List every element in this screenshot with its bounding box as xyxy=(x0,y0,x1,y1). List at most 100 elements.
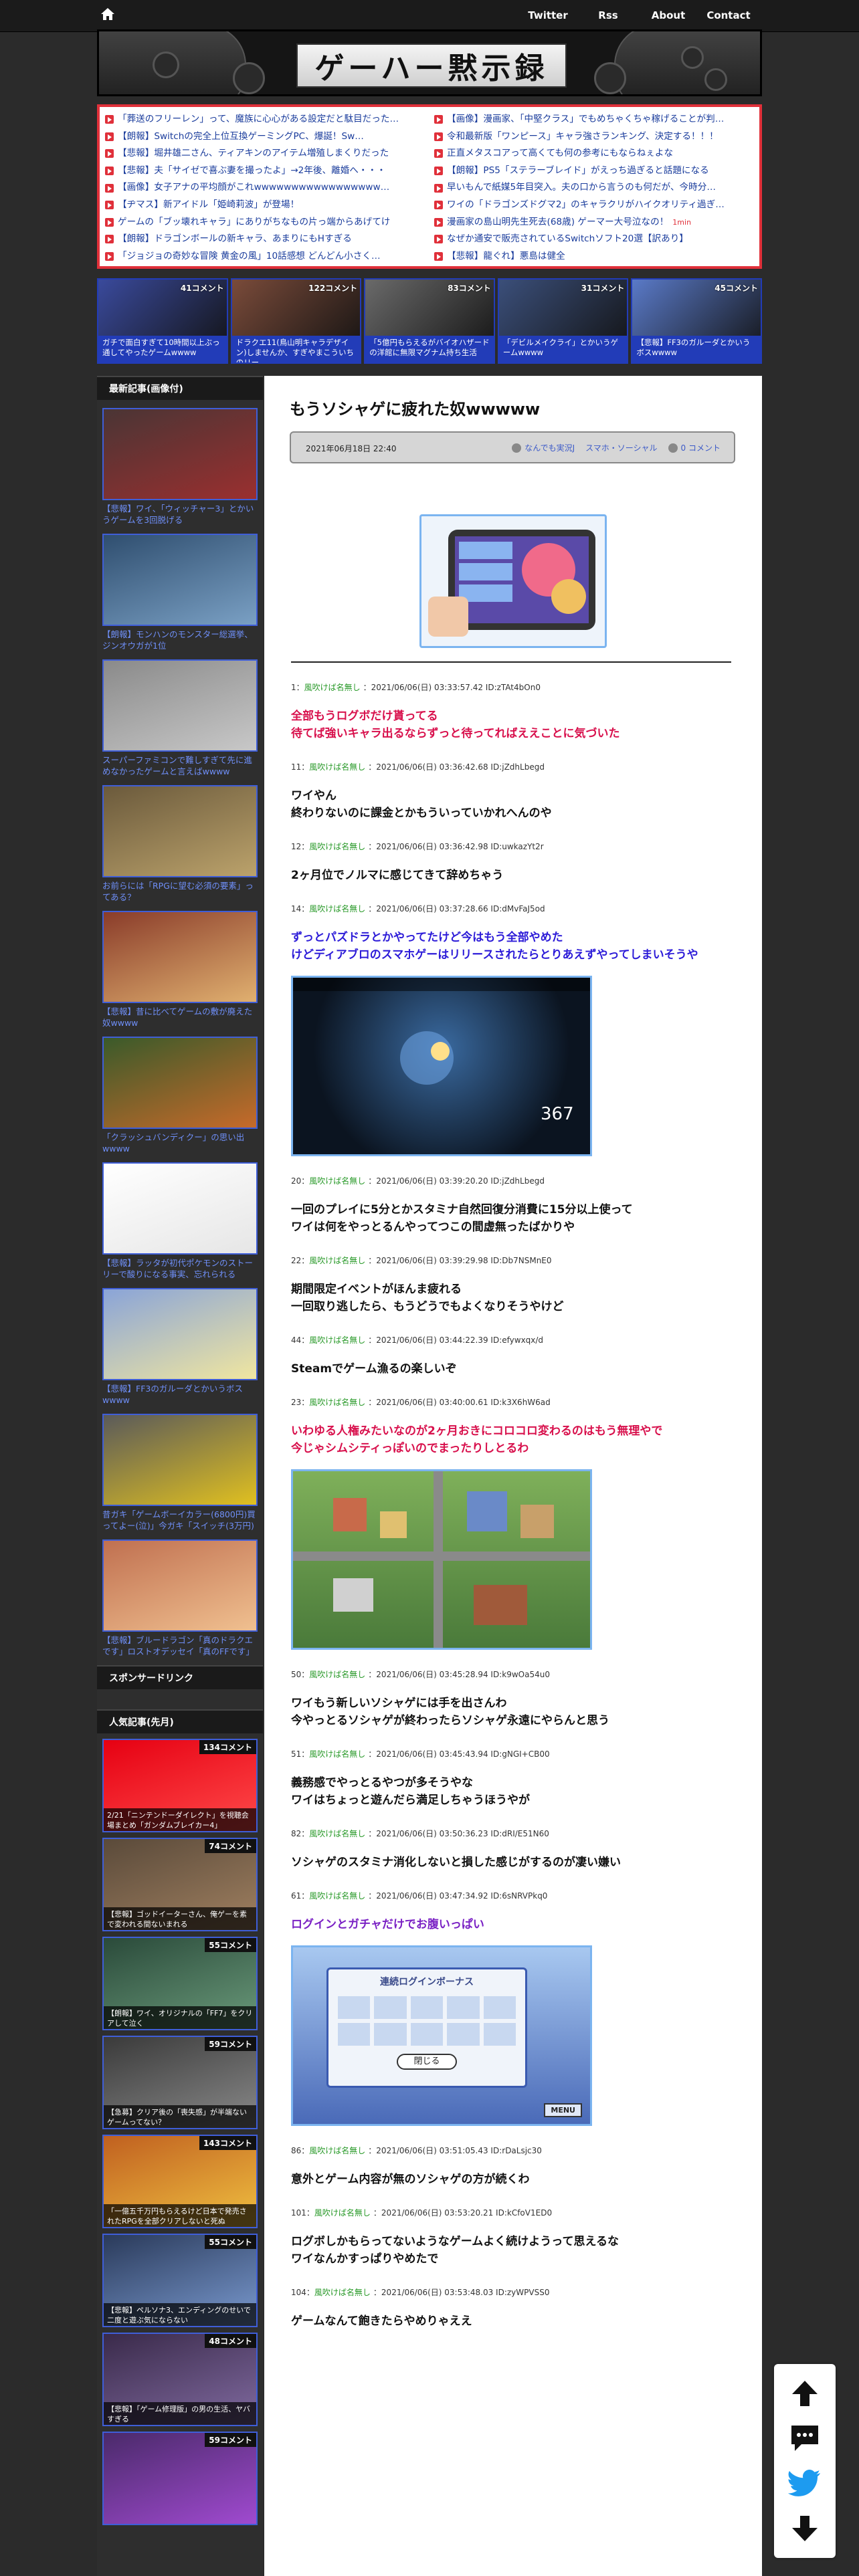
article-thumbnail[interactable] xyxy=(102,1414,258,1506)
featured-caption[interactable]: ガチで面白すぎて10時間以上ぶっ通してやったゲームwwww xyxy=(98,336,227,362)
site-banner[interactable]: ゲーハー黙示録 xyxy=(97,29,762,96)
popular-article[interactable]: 59コメント xyxy=(102,2432,258,2525)
recent-article-title[interactable]: 【悲報】FF3のガルーダとかいうボスwwww xyxy=(102,1383,258,1406)
rss-item[interactable]: 早いもんで紙媒5年目突入。夫の口から言うのも何だが、今時分… xyxy=(434,179,754,197)
popular-article[interactable]: 59コメント 【急募】クリア後の「喪失感」が半端ないゲームってない？ xyxy=(102,2036,258,2129)
recent-article-title[interactable]: 【悲報】ラッタが初代ポケモンのストーリーで酸りになる事実、忘れられる xyxy=(102,1257,258,1280)
featured-card[interactable]: 41コメント ガチで面白すぎて10時間以上ぶっ通してやったゲームwwww xyxy=(97,278,228,364)
popular-article[interactable]: 55コメント 【悲報】ペルソナ3、エンディングのせいで二度と遊ぶ気にならない xyxy=(102,2234,258,2327)
rss-item-title[interactable]: 【朗報】PS5「ステラーブレイド」がえっち過ぎると話題になる xyxy=(447,163,709,180)
featured-caption[interactable]: 【悲報】FF3のガルーダとかいうボスwwww xyxy=(632,336,761,362)
rss-item-title[interactable]: 【朗報】Switchの完全上位互換ゲーミングPC、爆誕！Sw… xyxy=(118,128,364,146)
rss-item[interactable]: 「葬送のフリーレン」って、魔族に心心がある設定だと駄目だった… xyxy=(105,111,425,128)
rss-item[interactable]: 【画像】漫画家、「中堅クラス」でもめちゃくちゃ稼げることが判… xyxy=(434,111,754,128)
rss-item[interactable]: 【画像】女子アナの平均顔がこれwwwwwwwwwwwwwwwww… xyxy=(105,179,425,197)
article-thumbnail[interactable] xyxy=(102,1037,258,1129)
scroll-top-button[interactable] xyxy=(786,2375,824,2412)
rss-item[interactable]: なぜか通安で販売されているSwitchソフト20選【訳あり】 xyxy=(434,231,754,248)
recent-article-title[interactable]: 【朗報】モンハンのモンスター総選挙、ジンオウガが1位 xyxy=(102,629,258,651)
recent-article[interactable]: お前らには「RPGに望む必須の要素」ってある？ xyxy=(102,785,258,903)
rss-item[interactable]: 【悲報】龍ぐれ】悪島は健全 xyxy=(434,248,754,265)
rss-item[interactable]: ゲームの「ブッ壊れキャラ」にありがちなもの片っ端からあげてけ xyxy=(105,214,425,231)
rss-item-title[interactable]: 正直メタスコアって高くても何の参考にもならねぇよな xyxy=(447,145,673,163)
rss-item-title[interactable]: 「ジョジョの奇妙な冒険 黄金の風」10話感想 どんどん小さく… xyxy=(118,248,381,265)
featured-card[interactable]: 122コメント ドラクエ11(鳥山明キャラデザイン)しませんか、すぎやまこういちの… xyxy=(230,278,362,364)
article-thumbnail[interactable] xyxy=(102,408,258,500)
rss-item-title[interactable]: ワイの「ドラゴンズドグマ2」のキャラクリがハイクオリティ過ぎ… xyxy=(447,197,725,214)
popular-article[interactable]: 55コメント 【朗報】ワイ、オリジナルの「FF7」をクリアして泣く xyxy=(102,1937,258,2030)
popular-article[interactable]: 48コメント 【悲報】「ゲーム修理版」の男の生活、ヤバすぎる xyxy=(102,2333,258,2426)
featured-caption[interactable]: ドラクエ11(鳥山明キャラデザイン)しませんか、すぎやまこういちのリー xyxy=(231,336,361,362)
rss-item-title[interactable]: 【画像】漫画家、「中堅クラス」でもめちゃくちゃ稼げることが判… xyxy=(447,111,724,128)
nav-link-rss[interactable]: Rss xyxy=(578,9,638,21)
rss-item-title[interactable]: 【悲報】夫「サイゼで喜ぶ妻を撮ったよ」→2年後、離婚へ・・・ xyxy=(118,163,386,180)
rss-item-title[interactable]: 【ヂマス】新アイドル「姫崎莉波」が登場！ xyxy=(118,197,299,214)
rss-item-title[interactable]: 【悲報】堀井雄二さん、ティアキンのアイテム増殖しまくりだった xyxy=(118,145,389,163)
rss-item-title[interactable]: 令和最新版「ワンピース」キャラ強さランキング、決定する！！！ xyxy=(447,128,719,146)
recent-article[interactable]: 【朗報】モンハンのモンスター総選挙、ジンオウガが1位 xyxy=(102,534,258,651)
nav-link-contact[interactable]: Contact xyxy=(698,9,759,21)
rss-item-title[interactable]: 「葬送のフリーレン」って、魔族に心心がある設定だと駄目だった… xyxy=(118,111,399,128)
rss-item-title[interactable]: 【悲報】龍ぐれ】悪島は健全 xyxy=(447,248,565,265)
category-link[interactable]: スマホ・ソーシャル xyxy=(585,442,657,453)
popular-article[interactable]: 134コメント 2/21「ニンテンドーダイレクト」を視聴会場まとめ「ガンダムブレイ… xyxy=(102,1739,258,1832)
popular-article-caption[interactable]: 【悲報】ペルソナ3、エンディングのせいで二度と遊ぶ気にならない xyxy=(104,2303,256,2326)
recent-article[interactable]: スーパーファミコンで難しすぎて先に進めなかったゲームと言えばwwww xyxy=(102,659,258,777)
menu-button[interactable]: MENU xyxy=(544,2103,582,2117)
recent-article[interactable]: 「クラッシュバンディクー」の思い出wwww xyxy=(102,1037,258,1154)
rss-item-title[interactable]: 【画像】女子アナの平均顔がこれwwwwwwwwwwwwwwwww… xyxy=(118,179,389,197)
rss-item[interactable]: 【悲報】夫「サイゼで喜ぶ妻を撮ったよ」→2年後、離婚へ・・・ xyxy=(105,163,425,180)
comment-button[interactable] xyxy=(786,2420,824,2457)
recent-article-title[interactable]: お前らには「RPGに望む必須の要素」ってある？ xyxy=(102,880,258,903)
article-thumbnail[interactable] xyxy=(102,1162,258,1255)
rss-item[interactable]: 令和最新版「ワンピース」キャラ強さランキング、決定する！！！ xyxy=(434,128,754,146)
article-thumbnail[interactable] xyxy=(102,1539,258,1632)
recent-article[interactable]: 【悲報】ブルードラゴン「真のドラクエです」ロストオデッセイ「真のFFです」→失敗… xyxy=(102,1539,258,1657)
article-thumbnail[interactable] xyxy=(102,911,258,1003)
scroll-bottom-button[interactable] xyxy=(786,2510,824,2547)
popular-article-caption[interactable]: 2/21「ニンテンドーダイレクト」を視聴会場まとめ「ガンダムブレイカー4」 xyxy=(104,1808,256,1831)
rss-item-title[interactable]: 早いもんで紙媒5年目突入。夫の口から言うのも何だが、今時分… xyxy=(447,179,716,197)
article-thumbnail[interactable] xyxy=(102,659,258,752)
home-icon[interactable] xyxy=(100,7,115,21)
popular-article-caption[interactable]: 【悲報】ゴッドイーターさん、俺ゲーを素で変われる間ないまれる xyxy=(104,1907,256,1930)
article-thumbnail[interactable] xyxy=(102,785,258,877)
rss-item-title[interactable]: 【朗報】ドラゴンボールの新キャラ、あまりにもHすぎる xyxy=(118,231,352,248)
popular-article-caption[interactable]: 【悲報】「ゲーム修理版」の男の生活、ヤバすぎる xyxy=(104,2402,256,2425)
featured-card[interactable]: 31コメント 「デビルメイクライ」とかいうゲームwwww xyxy=(497,278,629,364)
popular-article-caption[interactable]: 【朗報】ワイ、オリジナルの「FF7」をクリアして泣く xyxy=(104,2006,256,2029)
rss-item[interactable]: 【悲報】堀井雄二さん、ティアキンのアイテム増殖しまくりだった xyxy=(105,145,425,163)
recent-article[interactable]: 【悲報】昔に比べてゲームの敷が廃えた奴wwww xyxy=(102,911,258,1029)
rss-item[interactable]: 正直メタスコアって高くても何の参考にもならねぇよな xyxy=(434,145,754,163)
rss-item-title[interactable]: ゲームの「ブッ壊れキャラ」にありがちなもの片っ端からあげてけ xyxy=(118,214,390,231)
rss-item-title[interactable]: なぜか通安で販売されているSwitchソフト20選【訳あり】 xyxy=(447,231,688,248)
recent-article[interactable]: 【悲報】FF3のガルーダとかいうボスwwww xyxy=(102,1288,258,1406)
popular-article[interactable]: 74コメント 【悲報】ゴッドイーターさん、俺ゲーを素で変われる間ないまれる xyxy=(102,1838,258,1931)
rss-item[interactable]: 【ヂマス】新アイドル「姫崎莉波」が登場！ xyxy=(105,197,425,214)
rss-item[interactable]: 「ジョジョの奇妙な冒険 黄金の風」10話感想 どんどん小さく… xyxy=(105,248,425,265)
recent-article-title[interactable]: 「クラッシュバンディクー」の思い出wwww xyxy=(102,1132,258,1154)
recent-article[interactable]: 昔ガキ「ゲームボーイカラー(6800円)買ってよー(泣)」今ガキ「スイッチ(3万… xyxy=(102,1414,258,1531)
recent-article-title[interactable]: 【悲報】ブルードラゴン「真のドラクエです」ロストオデッセイ「真のFFです」→失敗… xyxy=(102,1634,258,1657)
rss-item-title[interactable]: 漫画家の島山明先生死去(68歳) ゲーマー大号泣なの！ xyxy=(447,214,668,231)
article-thumbnail[interactable] xyxy=(102,534,258,626)
recent-article[interactable]: 【悲報】ラッタが初代ポケモンのストーリーで酸りになる事実、忘れられる xyxy=(102,1162,258,1280)
close-button[interactable]: 閉じる xyxy=(397,2054,457,2070)
recent-article-title[interactable]: 昔ガキ「ゲームボーイカラー(6800円)買ってよー(泣)」今ガキ「スイッチ(3万… xyxy=(102,1509,258,1531)
category-link[interactable]: なんでも実況J xyxy=(512,442,575,453)
rss-item[interactable]: 【朗報】Switchの完全上位互換ゲーミングPC、爆誕！Sw… xyxy=(105,128,425,146)
recent-article-title[interactable]: 【悲報】昔に比べてゲームの敷が廃えた奴wwww xyxy=(102,1006,258,1029)
recent-article[interactable]: 【悲報】ワイ、「ウィッチャー3」とかいうゲームを3回脱げる xyxy=(102,408,258,526)
rss-item[interactable]: 漫画家の島山明先生死去(68歳) ゲーマー大号泣なの！ 1min xyxy=(434,214,754,231)
popular-article-caption[interactable]: 「一億五千万円もらえるけど日本で発売されたRPGを全部クリアしないと死ぬ xyxy=(104,2204,256,2227)
featured-caption[interactable]: 「デビルメイクライ」とかいうゲームwwww xyxy=(498,336,628,362)
featured-card[interactable]: 45コメント 【悲報】FF3のガルーダとかいうボスwwww xyxy=(631,278,762,364)
featured-caption[interactable]: 「5億円もらえるがバイオハザードの洋館に無限マグナム持ち生活 xyxy=(365,336,494,362)
popular-article[interactable]: 143コメント 「一億五千万円もらえるけど日本で発売されたRPGを全部クリアしない… xyxy=(102,2135,258,2228)
recent-article-title[interactable]: スーパーファミコンで難しすぎて先に進めなかったゲームと言えばwwww xyxy=(102,754,258,777)
rss-item[interactable]: 【朗報】ドラゴンボールの新キャラ、あまりにもHすぎる xyxy=(105,231,425,248)
comment-count-link[interactable]: 0 コメント xyxy=(668,442,721,453)
nav-link-about[interactable]: About xyxy=(638,9,698,21)
twitter-share-button[interactable] xyxy=(786,2465,824,2502)
nav-link-twitter[interactable]: Twitter xyxy=(518,9,578,21)
